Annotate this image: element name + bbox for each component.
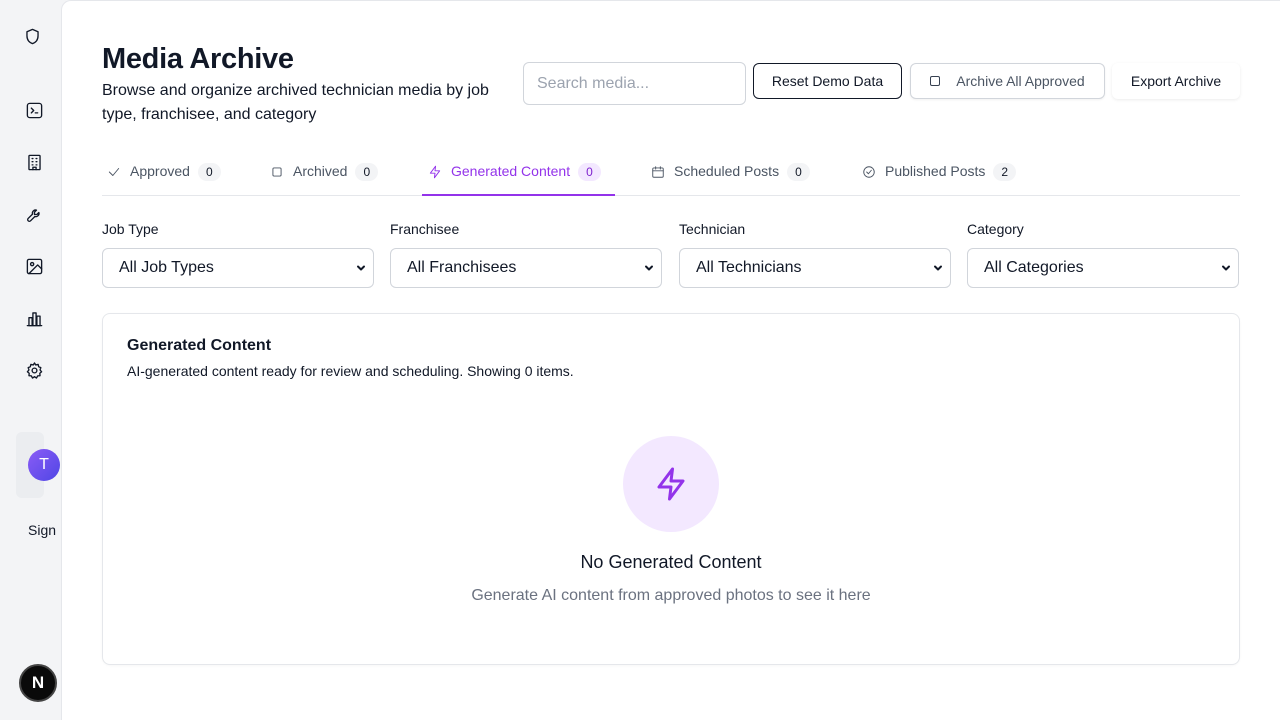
tab-scheduled-posts[interactable]: Scheduled Posts 0 (651, 153, 810, 196)
sign-link[interactable]: Sign (28, 522, 56, 538)
chevron-down-icon (1222, 265, 1230, 271)
select-value: All Job Types (119, 259, 214, 276)
page-subtitle: Browse and organize archived technician … (102, 82, 489, 123)
card-description: AI-generated content ready for review an… (127, 363, 574, 379)
calendar-icon (652, 166, 664, 178)
archive-all-approved-button[interactable]: Archive All Approved (910, 63, 1105, 99)
filter-label-technician: Technician (679, 221, 746, 237)
export-archive-button[interactable]: Export Archive (1112, 63, 1240, 99)
avatar-initial: T (39, 456, 49, 473)
shield-logo-icon[interactable] (20, 24, 44, 48)
chevron-down-icon (645, 265, 653, 271)
generated-content-card: Generated Content AI-generated content r… (102, 313, 1240, 665)
select-value: All Franchisees (407, 259, 517, 276)
tab-archived[interactable]: Archived 0 (270, 153, 379, 196)
filter-label-franchisee: Franchisee (390, 221, 460, 237)
category-select[interactable]: All Categories (967, 248, 1239, 288)
tab-count-badge: 0 (355, 163, 379, 181)
main-content: Media Archive Browse and organize archiv… (61, 0, 1280, 720)
tab-label: Scheduled Posts (674, 163, 780, 179)
avatar[interactable]: T (28, 449, 60, 481)
filter-label-job-type: Job Type (102, 221, 159, 237)
tab-bar: Approved 0 Archived 0 Generated Content … (102, 153, 1240, 196)
tab-count-badge: 0 (578, 163, 601, 181)
zap-icon (429, 165, 441, 179)
empty-state-illustration (623, 436, 719, 532)
chevron-down-icon (934, 265, 942, 271)
technician-select[interactable]: All Technicians (679, 248, 951, 288)
zap-icon (657, 467, 685, 501)
square-icon (272, 167, 282, 177)
select-value: All Categories (984, 259, 1084, 276)
check-icon (108, 168, 120, 176)
gear-icon[interactable] (22, 358, 46, 382)
tab-count-badge: 0 (197, 163, 221, 181)
archive-all-label: Archive All Approved (956, 73, 1085, 89)
image-icon[interactable] (22, 254, 46, 278)
empty-state-title: No Generated Content (580, 552, 762, 572)
franchisee-select[interactable]: All Franchisees (390, 248, 662, 288)
tab-label: Published Posts (885, 163, 986, 179)
chevron-down-icon (357, 265, 365, 271)
tab-label: Generated Content (451, 163, 571, 179)
wrench-icon[interactable] (22, 202, 46, 226)
job-type-select[interactable]: All Job Types (102, 248, 374, 288)
tab-label: Approved (130, 163, 190, 179)
terminal-icon[interactable] (22, 98, 46, 122)
tab-count-badge: 0 (787, 163, 810, 181)
tab-count-badge: 2 (993, 163, 1017, 181)
page-title: Media Archive (102, 43, 294, 75)
tab-approved[interactable]: Approved 0 (107, 153, 221, 196)
reset-demo-data-button[interactable]: Reset Demo Data (753, 63, 902, 99)
sidebar: T Sign N (0, 0, 62, 720)
card-title: Generated Content (127, 337, 272, 354)
archive-box-icon (930, 76, 941, 86)
bar-chart-icon[interactable] (22, 306, 46, 330)
check-circle-icon (863, 166, 875, 178)
tab-label: Archived (293, 163, 348, 179)
building-icon[interactable] (22, 150, 46, 174)
select-value: All Technicians (696, 259, 802, 276)
tab-generated-content[interactable]: Generated Content 0 (422, 153, 615, 196)
dev-tools-badge[interactable]: N (19, 664, 57, 702)
search-input[interactable] (523, 62, 746, 105)
empty-state-description: Generate AI content from approved photos… (471, 587, 871, 604)
tab-published-posts[interactable]: Published Posts 2 (862, 153, 1017, 196)
filter-label-category: Category (967, 221, 1024, 237)
